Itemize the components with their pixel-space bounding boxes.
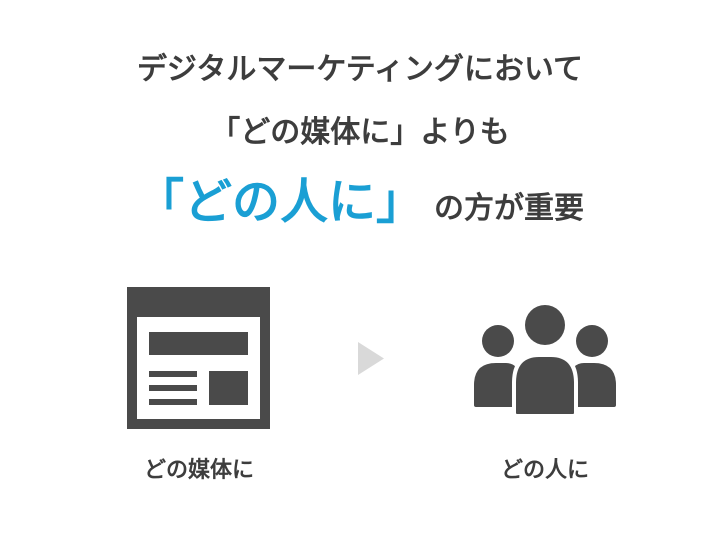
triangle-right-icon xyxy=(358,342,384,375)
headline-line-1: デジタルマーケティングにおいて xyxy=(136,52,584,87)
media-caption: どの媒体に xyxy=(143,458,254,483)
webpage-media-icon xyxy=(127,287,270,429)
people-caption: どの人に xyxy=(500,458,589,483)
headline-line-3: 「どの人に」 の方が重要 xyxy=(0,170,720,245)
headline-line-2: 「どの媒体に」よりも xyxy=(210,115,510,150)
headline-highlight: 「どの人に」 xyxy=(135,174,424,230)
people-group-icon xyxy=(474,302,616,417)
headline-rest: の方が重要 xyxy=(434,191,584,226)
